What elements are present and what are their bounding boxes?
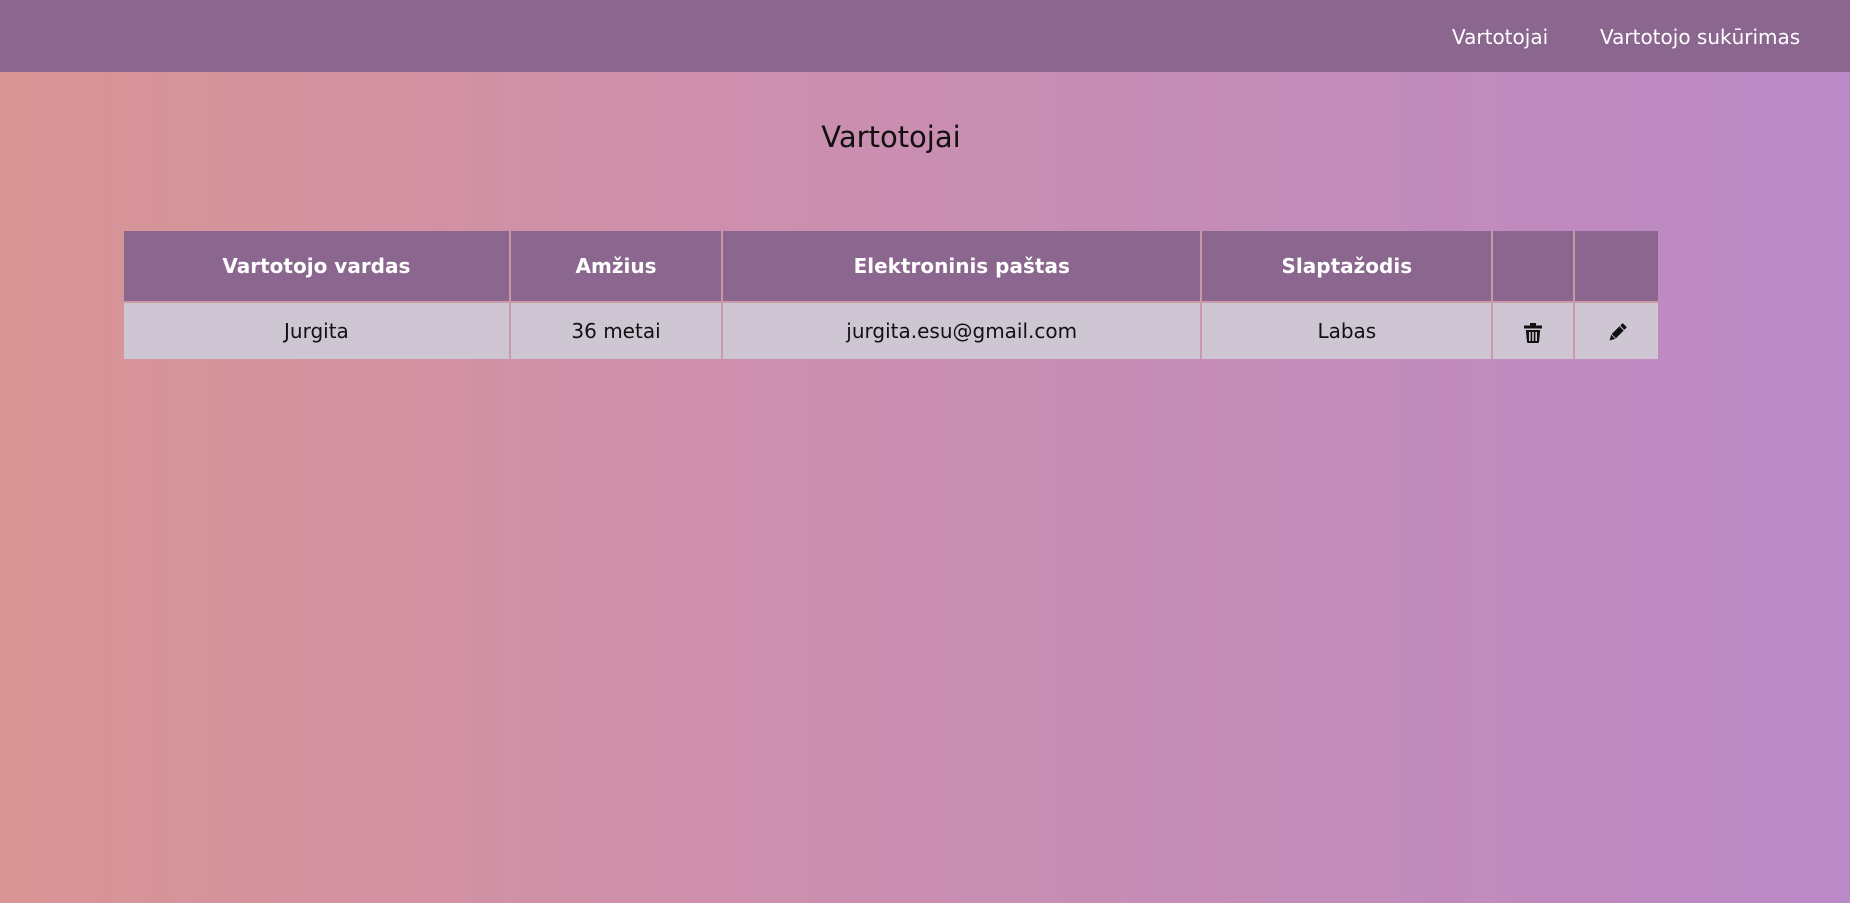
header-password: Slaptažodis bbox=[1202, 231, 1494, 303]
table-body: Jurgita 36 metai jurgita.esu@gmail.com L… bbox=[124, 303, 1658, 359]
cell-username: Jurgita bbox=[124, 303, 511, 359]
top-navbar: Vartotojai Vartotojo sukūrimas bbox=[0, 0, 1850, 72]
table-header: Vartotojo vardas Amžius Elektroninis paš… bbox=[124, 231, 1658, 303]
nav-link-users[interactable]: Vartotojai bbox=[1452, 0, 1548, 72]
header-age: Amžius bbox=[510, 231, 724, 303]
header-email: Elektroninis paštas bbox=[723, 231, 1203, 303]
header-edit bbox=[1575, 231, 1658, 303]
cell-email: jurgita.esu@gmail.com bbox=[723, 303, 1203, 359]
page-title: Vartotojai bbox=[821, 120, 961, 154]
header-username: Vartotojo vardas bbox=[124, 231, 511, 303]
table-header-row: Vartotojo vardas Amžius Elektroninis paš… bbox=[124, 231, 1658, 303]
table-row: Jurgita 36 metai jurgita.esu@gmail.com L… bbox=[124, 303, 1658, 359]
pencil-icon[interactable] bbox=[1607, 322, 1627, 343]
trash-icon[interactable] bbox=[1524, 322, 1543, 343]
users-table: Vartotojo vardas Amžius Elektroninis paš… bbox=[124, 231, 1658, 359]
nav-link-create-user[interactable]: Vartotojo sukūrimas bbox=[1600, 0, 1800, 72]
cell-password: Labas bbox=[1202, 303, 1494, 359]
header-delete bbox=[1493, 231, 1576, 303]
cell-delete bbox=[1493, 303, 1576, 359]
cell-edit bbox=[1575, 303, 1658, 359]
cell-age: 36 metai bbox=[510, 303, 724, 359]
